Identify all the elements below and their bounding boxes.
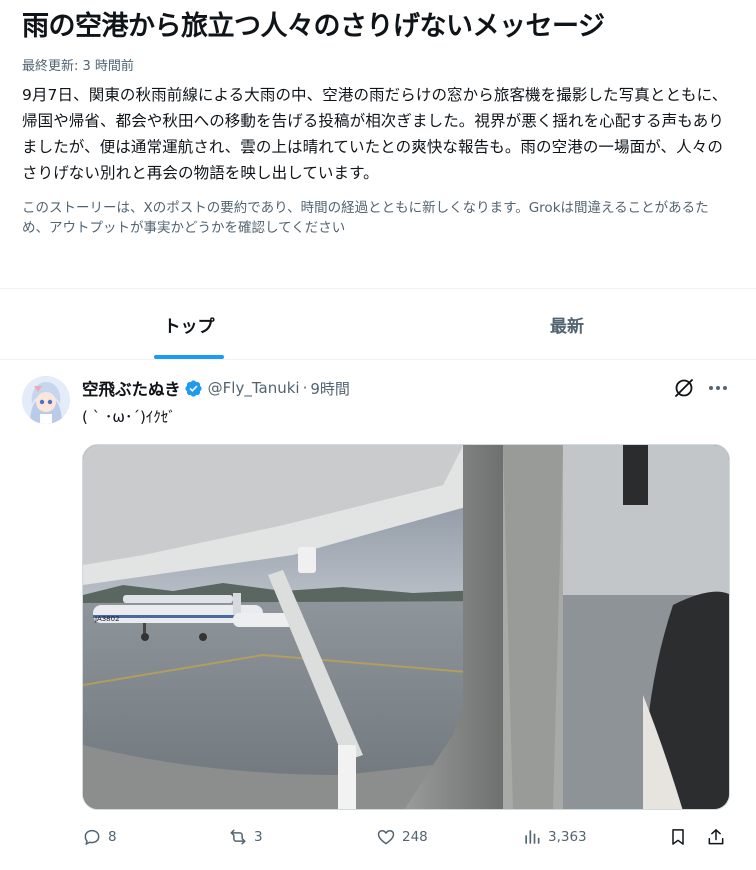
tab-latest[interactable]: 最新	[378, 289, 756, 359]
post-text: ( ˋ ･ω･ˊ)ｲｸｾﾞ	[82, 408, 176, 426]
display-name[interactable]: 空飛ぶたぬき	[82, 376, 181, 400]
share-icon	[708, 829, 724, 845]
reply-button[interactable]: 8	[82, 822, 117, 852]
post-media-image[interactable]: JA3802	[82, 444, 730, 810]
post-actions: 8 3 248 3,363	[82, 822, 730, 852]
user-handle[interactable]: @Fly_Tanuki	[208, 379, 300, 397]
last-updated: 最終更新: 3 時間前	[22, 59, 134, 74]
analytics-icon	[525, 830, 540, 844]
reply-count: 8	[108, 829, 117, 845]
aircraft-registration: JA3802	[94, 615, 120, 623]
like-button[interactable]: 248	[376, 822, 428, 852]
reply-icon	[84, 829, 100, 845]
story-title: 雨の空港から旅立つ人々のさりげないメッセージ	[22, 11, 605, 42]
avatar[interactable]	[22, 376, 70, 424]
story-section: 雨の空港から旅立つ人々のさりげないメッセージ 最終更新: 3 時間前 9月7日、…	[0, 0, 756, 288]
post[interactable]: 空飛ぶたぬき @Fly_Tanuki · 9時間 ( ˋ ･ω･ˊ)ｲｸｾﾞ J…	[0, 360, 756, 870]
repost-icon	[230, 829, 246, 845]
bookmark-icon	[672, 829, 684, 845]
story-summary: 9月7日、関東の秋雨前線による大雨の中、空港の雨だらけの窓から旅客機を撮影した写…	[22, 86, 728, 182]
views-button[interactable]: 3,363	[522, 822, 587, 852]
tab-top[interactable]: トップ	[0, 289, 378, 359]
more-options-icon[interactable]	[706, 376, 730, 400]
tab-bar: トップ 最新	[0, 289, 756, 359]
post-time[interactable]: 9時間	[310, 378, 350, 399]
view-count: 3,363	[548, 829, 587, 845]
heart-icon	[377, 830, 395, 845]
repost-count: 3	[254, 829, 263, 845]
post-header: 空飛ぶたぬき @Fly_Tanuki · 9時間	[82, 376, 350, 400]
like-count: 248	[402, 829, 428, 845]
grok-icon[interactable]	[672, 376, 696, 400]
tab-latest-label: 最新	[550, 316, 584, 337]
share-button[interactable]	[706, 822, 726, 852]
repost-button[interactable]: 3	[228, 822, 263, 852]
separator-dot: ·	[302, 379, 308, 397]
tab-top-label: トップ	[163, 316, 215, 337]
bookmark-button[interactable]	[668, 822, 688, 852]
verified-badge-icon	[184, 379, 203, 398]
airplane-window-photo: JA3802	[83, 445, 729, 809]
grok-disclaimer: このストーリーは、Xのポストの要約であり、時間の経過とともに新しくなります。Gr…	[22, 200, 709, 236]
avatar-image	[22, 376, 70, 424]
